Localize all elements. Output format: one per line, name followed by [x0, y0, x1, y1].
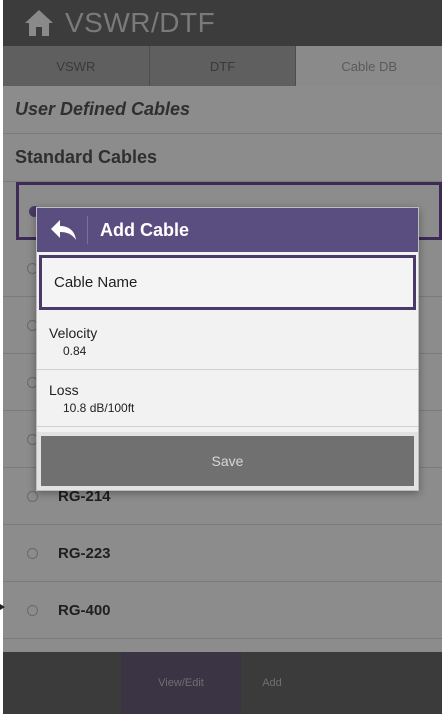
header-divider: [87, 216, 88, 244]
velocity-value: 0.84: [63, 343, 87, 358]
cable-row-rg223[interactable]: RG-223: [3, 525, 442, 582]
cable-name-placeholder: Cable Name: [54, 274, 138, 291]
tab-cable-db[interactable]: Cable DB: [296, 46, 442, 86]
home-icon[interactable]: [19, 3, 59, 43]
radio-icon: [27, 604, 38, 616]
cable-name-field[interactable]: Cable Name: [39, 255, 416, 310]
user-defined-header[interactable]: User Defined Cables: [3, 86, 442, 134]
velocity-label: Velocity: [49, 324, 98, 341]
cable-label: RG-400: [58, 601, 111, 619]
tab-bar: VSWR DTF Cable DB: [3, 46, 442, 86]
title-bar: VSWR/DTF: [3, 0, 442, 46]
cable-label: RG-223: [58, 544, 111, 562]
save-button[interactable]: Save: [37, 432, 418, 490]
velocity-field[interactable]: Velocity 0.84: [37, 313, 418, 370]
standard-header[interactable]: Standard Cables: [3, 134, 442, 182]
cable-row-rg400[interactable]: RG-400: [3, 582, 442, 639]
bottom-action-bar: View/Edit Add: [3, 652, 442, 714]
loss-label: Loss: [49, 381, 79, 398]
view-edit-button[interactable]: View/Edit: [121, 652, 241, 714]
edge-marker-icon: [0, 604, 5, 610]
radio-icon: [27, 547, 38, 559]
tab-dtf[interactable]: DTF: [149, 46, 297, 86]
loss-value: 10.8 dB/100ft: [63, 400, 135, 415]
loss-field[interactable]: Loss 10.8 dB/100ft: [37, 370, 418, 427]
radio-icon: [27, 490, 38, 502]
add-cable-dialog: Add Cable Cable Name Velocity 0.84 Loss …: [36, 207, 419, 491]
back-arrow-icon[interactable]: [47, 216, 81, 244]
dialog-header: Add Cable: [37, 208, 418, 252]
app-title: VSWR/DTF: [65, 7, 216, 38]
tab-vswr[interactable]: VSWR: [3, 46, 150, 86]
dialog-title: Add Cable: [100, 219, 190, 240]
add-button[interactable]: Add: [241, 652, 303, 714]
app-window: VSWR/DTF VSWR DTF Cable DB User Defined …: [3, 0, 442, 714]
